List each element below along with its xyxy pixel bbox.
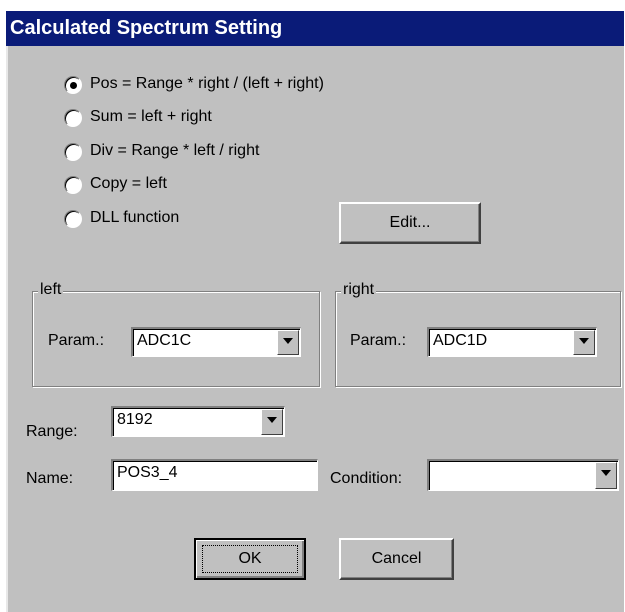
range-select[interactable]: 8192 <box>111 406 285 437</box>
cancel-button-label: Cancel <box>371 550 422 567</box>
dropdown-arrow-icon <box>601 470 611 476</box>
range-value: 8192 <box>117 411 153 428</box>
left-param-select[interactable]: ADC1C <box>131 327 301 357</box>
edit-button-label: Edit... <box>389 214 431 231</box>
dropdown-arrow-icon <box>267 417 277 423</box>
radio-div[interactable] <box>64 143 82 161</box>
dropdown-arrow-icon <box>283 338 293 344</box>
radio-pos-label[interactable]: Pos = Range * right / (left + right) <box>90 75 324 93</box>
radio-sum[interactable] <box>64 109 82 127</box>
right-group-title: right <box>341 281 377 299</box>
right-param-value: ADC1D <box>433 332 488 349</box>
ok-button-label: OK <box>238 550 262 567</box>
right-param-label: Param.: <box>350 332 407 349</box>
radio-dll-function[interactable] <box>64 210 82 228</box>
condition-select[interactable] <box>427 459 619 491</box>
condition-label: Condition: <box>330 470 403 487</box>
ok-button[interactable]: OK <box>194 538 306 580</box>
cancel-button[interactable]: Cancel <box>339 538 454 580</box>
left-group-title: left <box>38 281 64 299</box>
radio-div-label[interactable]: Div = Range * left / right <box>90 142 259 160</box>
dropdown-arrow-icon <box>579 338 589 344</box>
range-label: Range: <box>26 423 78 440</box>
name-input[interactable]: POS3_4 <box>111 459 318 491</box>
radio-dll-function-label[interactable]: DLL function <box>90 209 179 227</box>
right-param-dropdown-button[interactable] <box>573 330 595 355</box>
left-param-label: Param.: <box>48 332 105 349</box>
edit-button[interactable]: Edit... <box>339 202 481 244</box>
radio-pos[interactable] <box>64 76 82 94</box>
radio-copy[interactable] <box>64 176 82 194</box>
calculated-spectrum-dialog: Calculated Spectrum Setting Pos = Range … <box>0 0 625 612</box>
radio-copy-label[interactable]: Copy = left <box>90 175 167 193</box>
title-bar[interactable]: Calculated Spectrum Setting <box>6 11 624 46</box>
dialog-client-area: Pos = Range * right / (left + right) Sum… <box>6 46 624 612</box>
name-value: POS3_4 <box>117 464 178 481</box>
name-label: Name: <box>26 470 74 487</box>
range-dropdown-button[interactable] <box>261 409 283 435</box>
right-param-select[interactable]: ADC1D <box>427 327 597 357</box>
condition-dropdown-button[interactable] <box>595 462 617 489</box>
left-param-dropdown-button[interactable] <box>277 330 299 355</box>
left-param-value: ADC1C <box>137 332 192 349</box>
window-title: Calculated Spectrum Setting <box>10 17 283 39</box>
radio-selected-icon <box>70 82 77 89</box>
radio-sum-label[interactable]: Sum = left + right <box>90 108 212 126</box>
